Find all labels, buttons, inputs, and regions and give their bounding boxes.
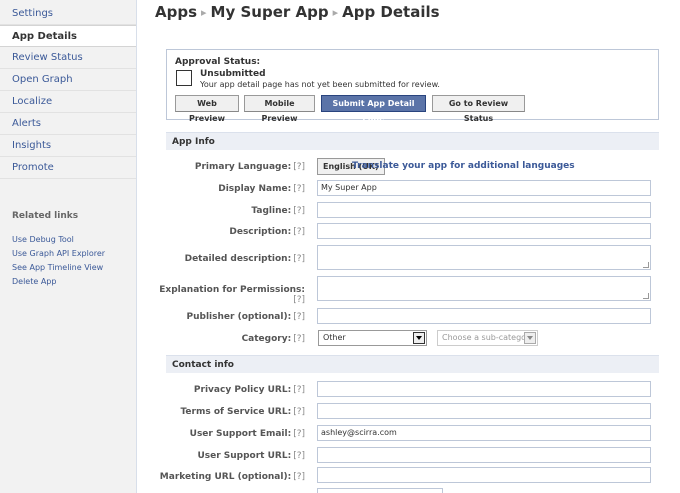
sidebar-item-review-status[interactable]: Review Status [0, 47, 136, 69]
breadcrumb: Apps ▸ My Super App ▸ App Details [155, 3, 440, 21]
user-support-url-label: User Support URL: [?] [197, 451, 305, 461]
help-icon[interactable]: [?] [291, 227, 305, 237]
breadcrumb-separator-icon: ▸ [332, 6, 339, 19]
approval-status-label: Approval Status: [175, 57, 261, 67]
sidebar-item-alerts[interactable]: Alerts [0, 113, 136, 135]
translate-app-link[interactable]: Translate your app for additional langua… [352, 161, 575, 171]
help-icon[interactable]: [?] [291, 451, 305, 461]
display-name-field[interactable]: My Super App [317, 180, 651, 196]
related-link-delete-app[interactable]: Delete App [12, 276, 105, 290]
help-icon[interactable]: [?] [291, 429, 305, 439]
related-link-timeline-view[interactable]: See App Timeline View [12, 262, 105, 276]
contact-info-section-header: Contact info [166, 355, 659, 373]
category-select-value: Other [323, 333, 346, 342]
user-support-email-field[interactable]: ashley@scirra.com [317, 425, 651, 441]
help-icon[interactable]: [?] [291, 312, 305, 322]
help-icon[interactable]: [?] [291, 295, 305, 305]
partially-visible-field[interactable] [317, 488, 443, 493]
help-icon[interactable]: [?] [291, 254, 305, 264]
subcategory-select-value: Choose a sub-category [442, 333, 535, 342]
mobile-preview-button[interactable]: Mobile Preview [244, 95, 315, 123]
sidebar-item-promote[interactable]: Promote [0, 157, 136, 179]
marketing-url-label: Marketing URL (optional): [?] [159, 472, 305, 482]
terms-of-service-url-label: Terms of Service URL: [?] [180, 407, 305, 417]
related-links-title: Related links [12, 211, 79, 221]
help-icon[interactable]: [?] [291, 206, 305, 216]
related-link-debug-tool[interactable]: Use Debug Tool [12, 234, 105, 248]
subcategory-select[interactable]: Choose a sub-category [437, 330, 538, 346]
sidebar-item-settings[interactable]: Settings [0, 0, 136, 25]
description-label: Description: [?] [229, 227, 305, 237]
publisher-label: Publisher (optional): [?] [186, 312, 305, 322]
sidebar-item-insights[interactable]: Insights [0, 135, 136, 157]
approval-status-note: Your app detail page has not yet been su… [200, 80, 440, 89]
web-preview-button[interactable]: Web Preview [175, 95, 239, 123]
user-support-email-label: User Support Email: [?] [189, 429, 305, 439]
submit-app-detail-button[interactable]: Submit App Detail Page [321, 95, 426, 123]
sidebar-item-localize[interactable]: Localize [0, 91, 136, 113]
help-icon[interactable]: [?] [291, 184, 305, 194]
publisher-field[interactable] [317, 308, 651, 324]
go-to-review-status-button[interactable]: Go to Review Status [432, 95, 525, 123]
display-name-label: Display Name: [?] [218, 184, 305, 194]
resize-handle-icon[interactable] [643, 293, 649, 299]
tagline-label: Tagline: [?] [251, 206, 305, 216]
permissions-explanation-field[interactable] [317, 276, 651, 301]
detailed-description-label: Detailed description: [?] [184, 254, 305, 264]
breadcrumb-apps[interactable]: Apps [155, 3, 197, 21]
related-links: Use Debug Tool Use Graph API Explorer Se… [12, 234, 105, 290]
approval-status-value: Unsubmitted [200, 69, 266, 79]
breadcrumb-page: App Details [342, 3, 440, 21]
description-field[interactable] [317, 223, 651, 239]
category-label: Category: [?] [241, 334, 305, 344]
permissions-explanation-label: Explanation for Permissions:[?] [159, 285, 305, 305]
terms-of-service-url-field[interactable] [317, 403, 651, 419]
category-select[interactable]: Other [318, 330, 427, 346]
chevron-down-icon [413, 332, 425, 344]
app-info-section-header: App Info [166, 132, 659, 150]
help-icon[interactable]: [?] [291, 385, 305, 395]
privacy-policy-url-label: Privacy Policy URL: [?] [193, 385, 305, 395]
status-checkbox-icon [176, 70, 192, 86]
breadcrumb-app[interactable]: My Super App [211, 3, 329, 21]
help-icon[interactable]: [?] [291, 472, 305, 482]
sidebar-item-open-graph[interactable]: Open Graph [0, 69, 136, 91]
breadcrumb-separator-icon: ▸ [201, 6, 207, 19]
sidebar: Settings App Details Review Status Open … [0, 0, 137, 493]
approval-status-box: Approval Status: Unsubmitted Your app de… [166, 49, 659, 123]
resize-handle-icon[interactable] [643, 262, 649, 268]
detailed-description-field[interactable] [317, 245, 651, 270]
related-link-graph-api-explorer[interactable]: Use Graph API Explorer [12, 248, 105, 262]
help-icon[interactable]: [?] [291, 162, 305, 172]
tagline-field[interactable] [317, 202, 651, 218]
privacy-policy-url-field[interactable] [317, 381, 651, 397]
sidebar-item-app-details[interactable]: App Details [0, 25, 136, 47]
user-support-url-field[interactable] [317, 447, 651, 463]
help-icon[interactable]: [?] [291, 407, 305, 417]
marketing-url-field[interactable] [317, 467, 651, 483]
primary-language-label: Primary Language: [?] [194, 162, 305, 172]
chevron-down-icon [524, 332, 536, 344]
help-icon[interactable]: [?] [291, 334, 305, 344]
